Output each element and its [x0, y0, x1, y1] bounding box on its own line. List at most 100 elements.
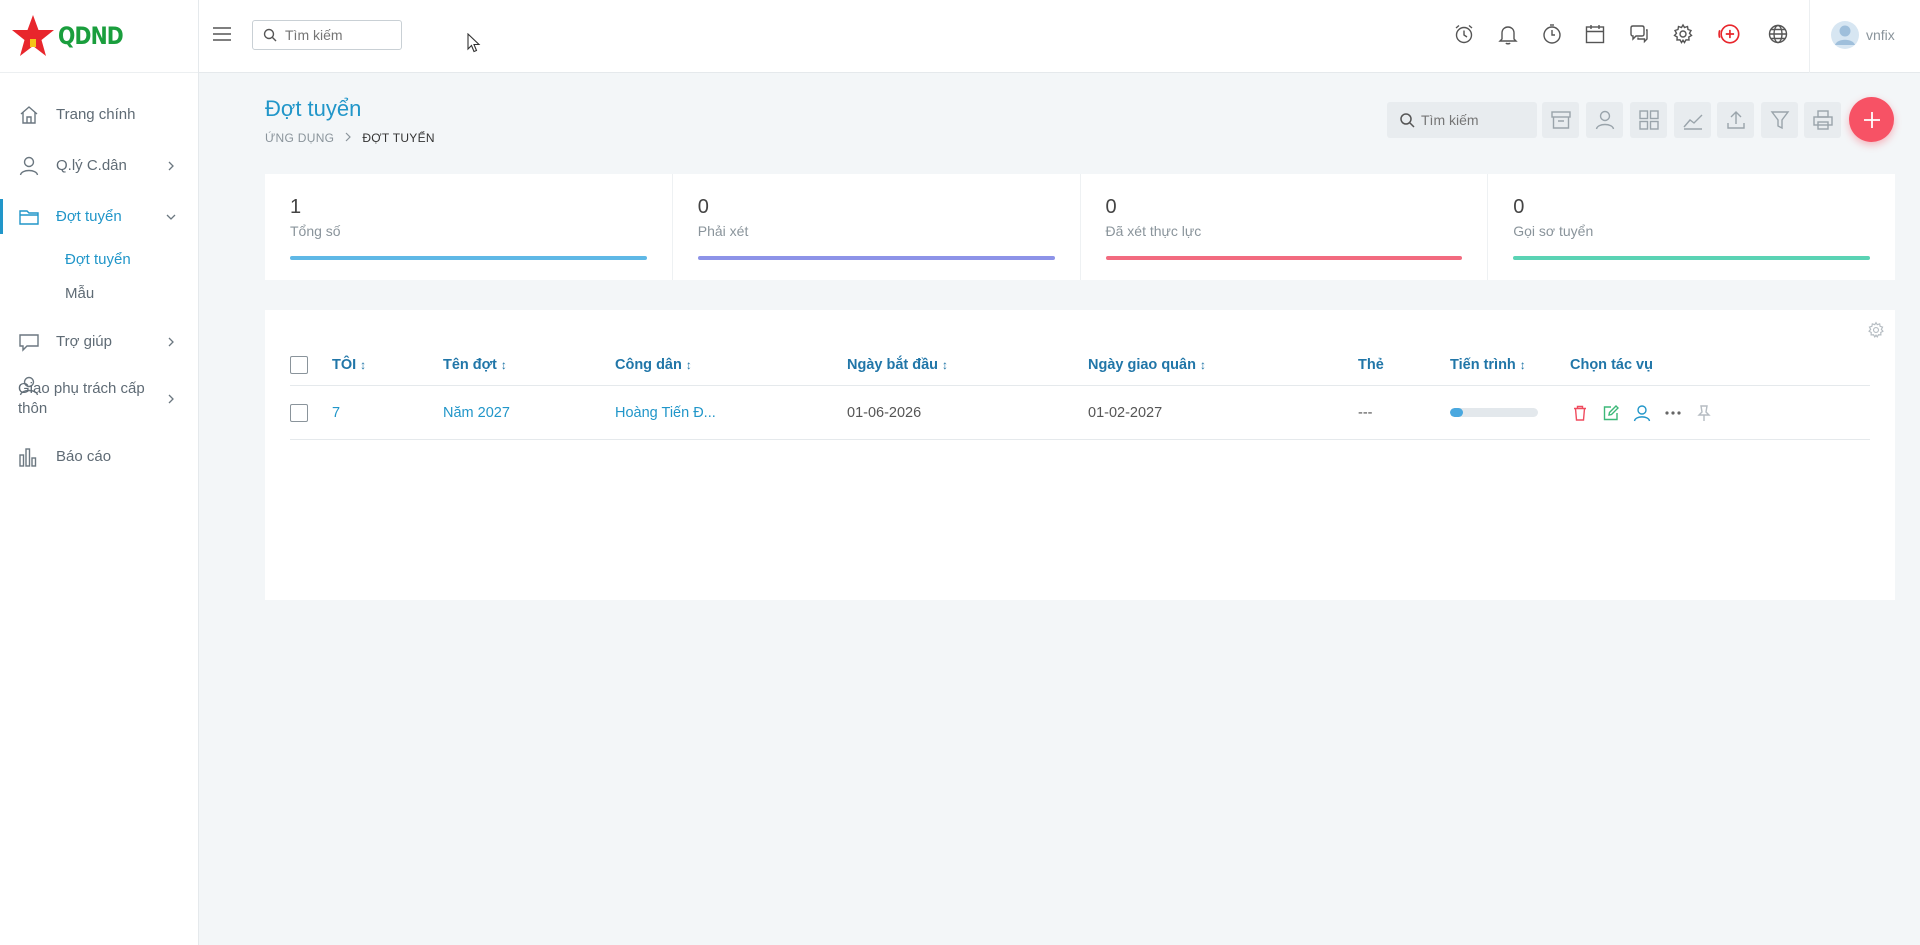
breadcrumb-item-apps[interactable]: ỨNG DỤNG: [265, 131, 334, 145]
breadcrumb-item-current: ĐỢT TUYỂN: [362, 131, 435, 145]
delete-icon[interactable]: [1569, 402, 1591, 424]
assign-user-icon[interactable]: [1631, 402, 1653, 424]
column-header-handover-date[interactable]: Ngày giao quân ↕: [1088, 344, 1206, 385]
column-header-citizen[interactable]: Công dân ↕: [615, 344, 692, 385]
row-handover-date: 01-02-2027: [1088, 404, 1163, 421]
trend-chart-icon: [1682, 114, 1702, 130]
row-citizen[interactable]: Hoàng Tiến Đ...: [615, 386, 716, 439]
pin-icon[interactable]: [1693, 402, 1715, 424]
stat-value: 0: [1513, 196, 1525, 218]
grid-view-button[interactable]: [1630, 102, 1667, 138]
calendar-icon[interactable]: [1583, 22, 1607, 46]
breadcrumb: ỨNG DỤNG ĐỢT TUYỂN: [265, 131, 435, 145]
sidebar-item-label: Trang chính: [56, 106, 136, 123]
column-label: Chọn tác vụ: [1570, 356, 1653, 373]
stats-panel: 1 Tổng số 0 Phải xét 0 Đã xét thực lực 0…: [265, 174, 1895, 280]
row-actions: [1569, 386, 1724, 439]
alarm-clock-icon[interactable]: [1452, 22, 1476, 46]
plus-icon: [1863, 111, 1880, 128]
search-icon: [263, 28, 277, 42]
user-menu[interactable]: vnfix: [1830, 20, 1895, 50]
topbar-divider: [1809, 0, 1810, 73]
more-icon[interactable]: [1662, 402, 1684, 424]
export-button[interactable]: [1717, 102, 1754, 138]
column-header-id[interactable]: TÔI ↕: [332, 344, 366, 385]
sidebar-item-label: Trợ giúp: [56, 333, 112, 350]
column-header-name[interactable]: Tên đợt ↕: [443, 344, 507, 385]
star-logo-icon: [12, 15, 54, 56]
sidebar-item-citizens[interactable]: Q.lý C.dân: [0, 140, 198, 191]
stat-reviewed[interactable]: 0 Đã xét thực lực: [1081, 174, 1489, 280]
user-icon: [18, 155, 40, 177]
timer-icon[interactable]: [1540, 22, 1564, 46]
chevron-right-icon: [168, 161, 174, 170]
column-label: Tiến trình: [1450, 356, 1516, 373]
chart-button[interactable]: [1674, 102, 1711, 138]
mouse-cursor-icon: [467, 33, 481, 53]
logo-text: QDND: [58, 22, 124, 50]
sidebar-item-village-assign[interactable]: Giao phụ trách cấp thôn: [0, 367, 198, 431]
row-name[interactable]: Năm 2027: [443, 386, 510, 439]
archive-button[interactable]: [1542, 102, 1579, 138]
sidebar: QDND Trang chính Q.lý C.dân Đợt tuyển Đợ…: [0, 0, 199, 945]
sidebar-subitem-template[interactable]: Mẫu: [0, 276, 198, 310]
stat-to-review[interactable]: 0 Phải xét: [673, 174, 1081, 280]
stat-value: 0: [1105, 196, 1117, 218]
filter-icon: [1770, 111, 1789, 130]
sort-icon: ↕: [942, 357, 949, 372]
progress-bar: [1450, 408, 1538, 417]
progress-fill: [1450, 408, 1464, 417]
bell-icon[interactable]: [1496, 22, 1520, 46]
chevron-right-icon: [168, 394, 174, 404]
user-filter-button[interactable]: [1586, 102, 1623, 138]
sidebar-item-home[interactable]: Trang chính: [0, 89, 198, 140]
gear-icon[interactable]: [1671, 22, 1695, 46]
column-header-start-date[interactable]: Ngày bắt đầu ↕: [847, 344, 948, 385]
home-icon: [18, 104, 40, 126]
stat-label: Gọi sơ tuyển: [1513, 223, 1594, 239]
column-label: Thẻ: [1358, 356, 1384, 373]
select-all-checkbox[interactable]: [290, 355, 308, 374]
menu-icon[interactable]: [212, 25, 232, 43]
column-header-tag: Thẻ: [1358, 344, 1384, 385]
global-search[interactable]: [252, 20, 402, 50]
stat-total[interactable]: 1 Tổng số: [265, 174, 673, 280]
column-label: Tên đợt: [443, 356, 497, 373]
grid-icon: [1638, 110, 1659, 130]
column-header-actions: Chọn tác vụ: [1570, 344, 1653, 385]
sort-icon: ↕: [1199, 357, 1206, 372]
stat-bar: [1105, 256, 1463, 260]
sidebar-item-reports[interactable]: Báo cáo: [0, 431, 198, 482]
filter-button[interactable]: [1761, 102, 1798, 138]
stat-bar: [1513, 256, 1870, 260]
stat-preliminary[interactable]: 0 Gọi sơ tuyển: [1488, 174, 1895, 280]
add-button[interactable]: [1849, 97, 1894, 142]
sidebar-item-help[interactable]: Trợ giúp: [0, 316, 198, 367]
row-checkbox[interactable]: [290, 403, 308, 422]
edit-icon[interactable]: [1600, 402, 1622, 424]
logo[interactable]: QDND: [0, 0, 198, 73]
table-row[interactable]: 7 Năm 2027 Hoàng Tiến Đ... 01-06-2026 01…: [290, 386, 1870, 440]
row-id[interactable]: 7: [332, 386, 340, 439]
column-header-progress[interactable]: Tiến trình ↕: [1450, 344, 1526, 385]
global-search-input[interactable]: [285, 27, 385, 43]
print-button[interactable]: [1804, 102, 1841, 138]
sidebar-item-recruitment[interactable]: Đợt tuyển: [0, 191, 198, 242]
sidebar-item-label: Giao phụ trách cấp thôn: [18, 380, 145, 417]
stat-value: 1: [290, 196, 302, 218]
sidebar-item-label: Đợt tuyển: [56, 208, 122, 225]
sort-icon: ↕: [360, 357, 367, 372]
list-search-input[interactable]: [1421, 112, 1531, 128]
folder-icon: [18, 206, 40, 228]
table-settings-icon[interactable]: [1867, 321, 1885, 339]
messages-icon[interactable]: [1627, 22, 1651, 46]
stat-label: Phải xét: [697, 223, 749, 239]
globe-icon[interactable]: [1766, 22, 1790, 46]
stat-bar: [697, 256, 1055, 260]
user-icon: [1595, 110, 1614, 130]
chevron-right-icon: [344, 131, 352, 145]
list-search[interactable]: [1387, 102, 1537, 138]
sidebar-subitem-recruitment[interactable]: Đợt tuyển: [0, 242, 198, 276]
chat-icon: [18, 331, 40, 353]
add-circle-icon[interactable]: [1717, 22, 1741, 46]
